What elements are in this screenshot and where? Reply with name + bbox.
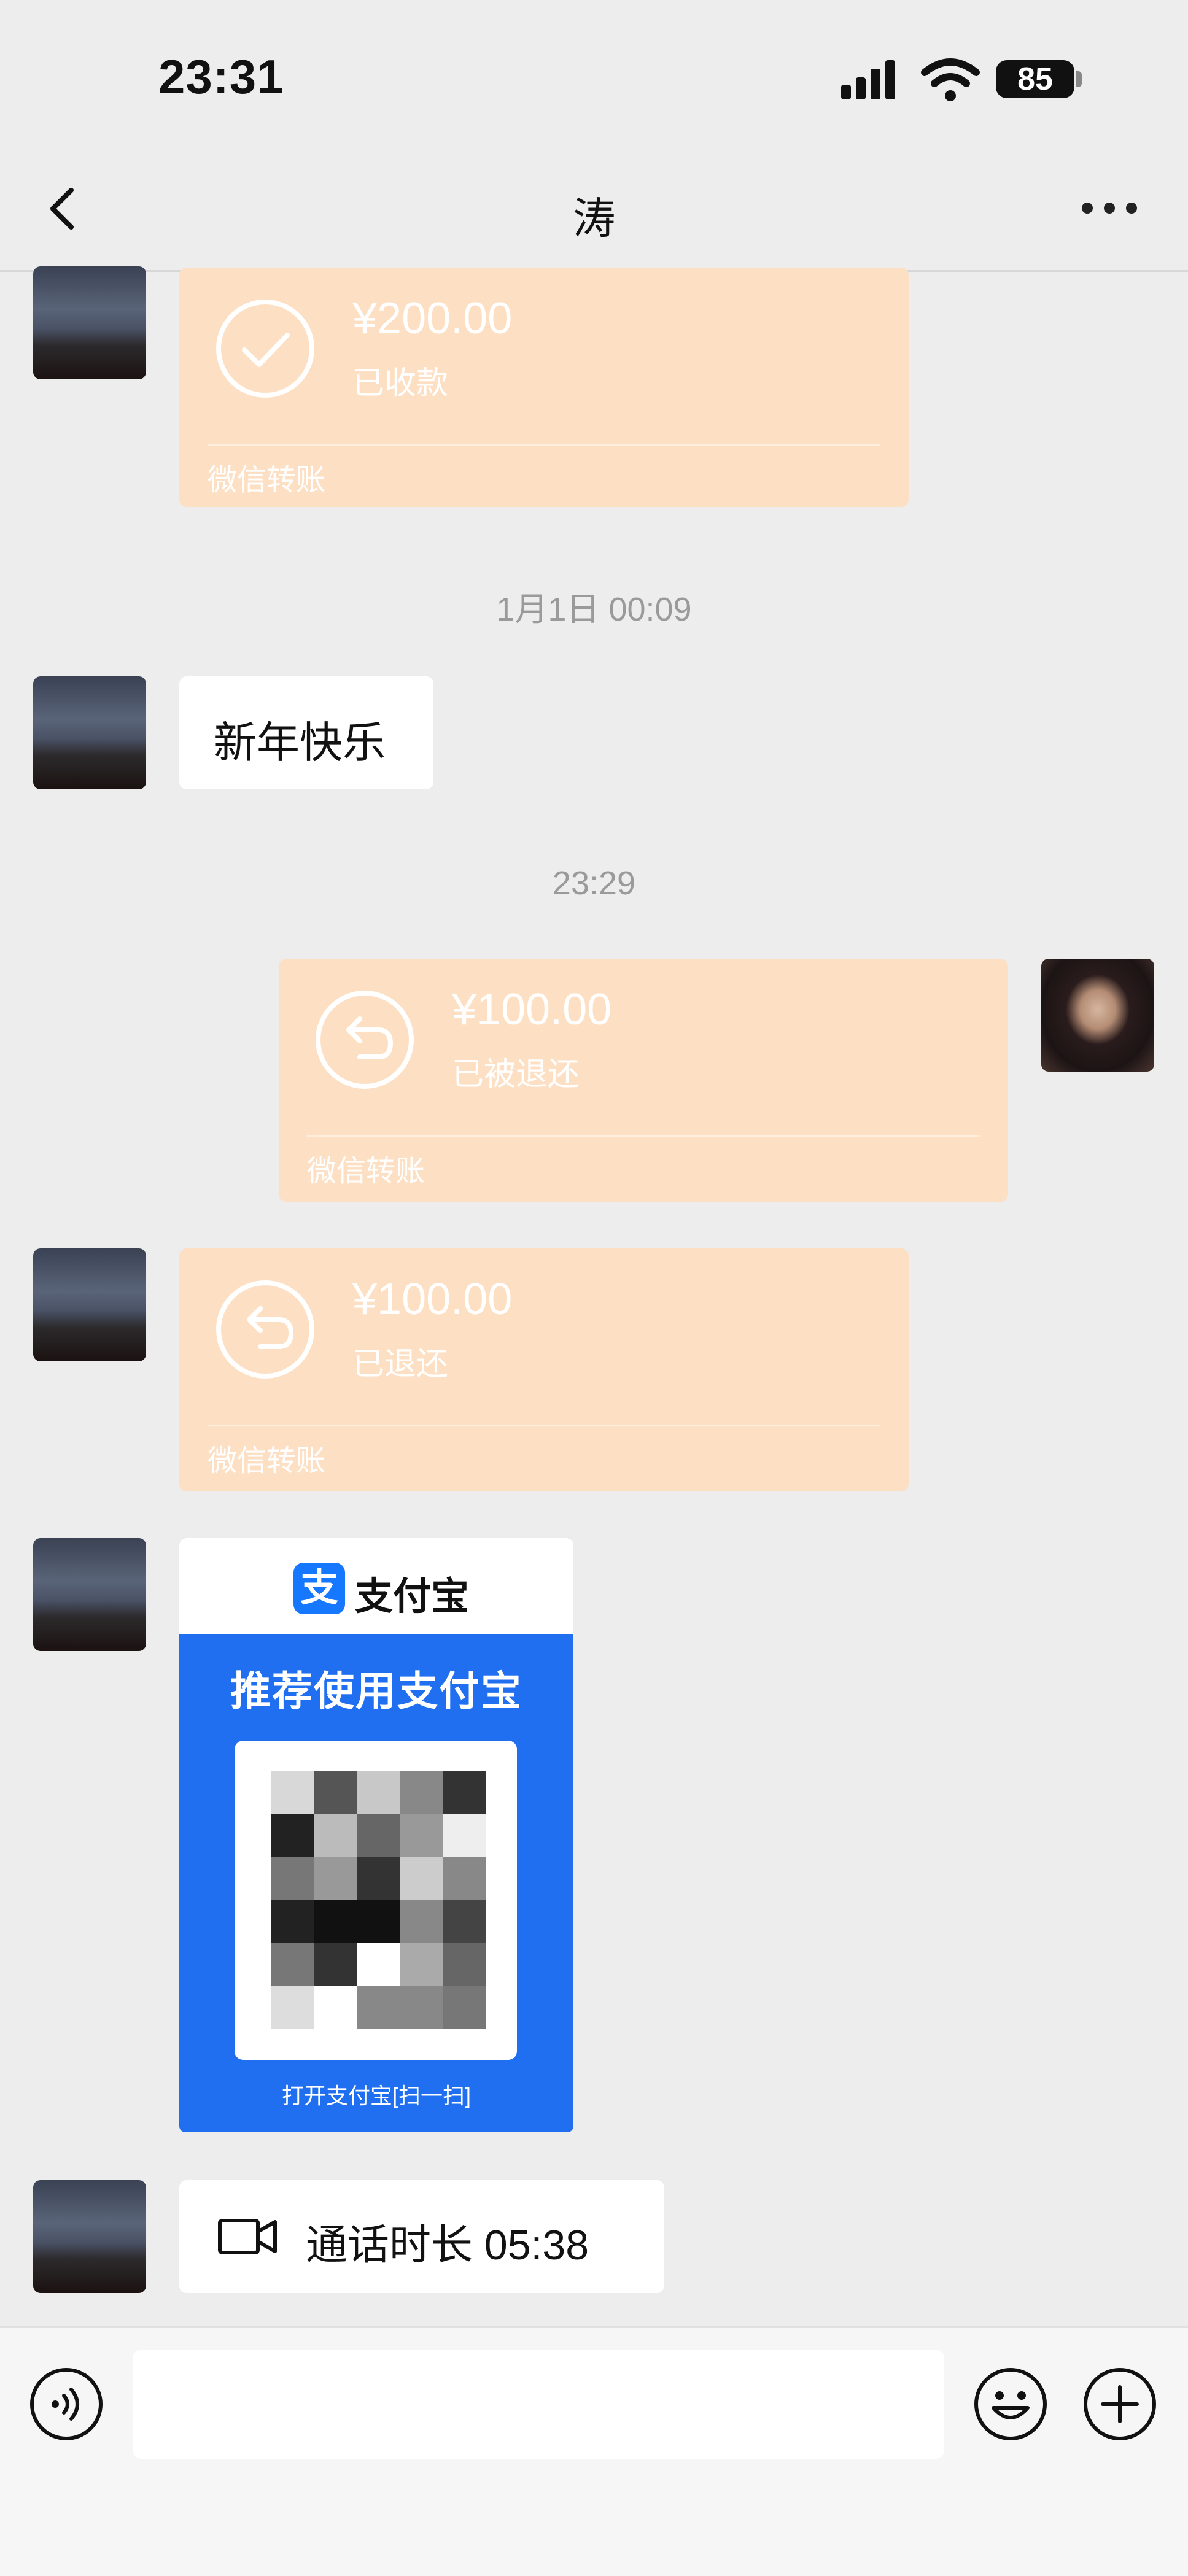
transfer-status: 已退还	[352, 1347, 449, 1382]
divider	[208, 1425, 880, 1426]
qr-code-pixelated	[235, 1741, 517, 2060]
alipay-brand: 支付宝	[355, 1576, 470, 1618]
transfer-caption: 微信转账	[208, 1445, 326, 1477]
friend-avatar[interactable]	[33, 1538, 146, 1651]
wifi-icon	[921, 58, 980, 101]
friend-avatar[interactable]	[33, 266, 146, 379]
return-icon	[316, 991, 414, 1089]
timestamp: 23:29	[552, 865, 636, 902]
transfer-caption: 微信转账	[307, 1155, 425, 1188]
call-record[interactable]: 通话时长 05:38	[179, 2180, 664, 2293]
self-avatar[interactable]	[1041, 959, 1154, 1072]
more-icon[interactable]	[1082, 203, 1137, 215]
divider	[208, 444, 880, 446]
alipay-header: 支 支付宝	[179, 1538, 573, 1634]
transfer-status: 已收款	[352, 366, 449, 401]
transfer-status: 已被退还	[452, 1057, 580, 1093]
battery-indicator: 85	[996, 60, 1074, 98]
transfer-amount: ¥200.00	[352, 294, 513, 343]
transfer-amount: ¥100.00	[452, 985, 612, 1034]
transfer-sent[interactable]: ¥100.00 已被退还 微信转账	[279, 959, 1008, 1202]
return-icon	[216, 1280, 314, 1379]
check-icon	[216, 300, 314, 398]
message-text: 新年快乐	[214, 719, 386, 767]
transfer-caption: 微信转账	[208, 464, 326, 497]
chat-title: 涛	[572, 195, 616, 242]
friend-avatar[interactable]	[33, 676, 146, 789]
alipay-headline: 推荐使用支付宝	[230, 1668, 522, 1714]
plus-icon[interactable]	[1082, 2366, 1158, 2442]
timestamp: 1月1日 00:09	[496, 591, 692, 628]
divider	[307, 1135, 980, 1137]
message-input[interactable]	[133, 2350, 944, 2459]
status-time: 23:31	[158, 50, 284, 104]
alipay-logo: 支	[293, 1563, 345, 1614]
transfer-received[interactable]: ¥100.00 已退还 微信转账	[179, 1248, 909, 1491]
transfer-received[interactable]: ¥200.00 已收款 微信转账	[179, 268, 909, 507]
voice-icon[interactable]	[28, 2366, 104, 2442]
friend-avatar[interactable]	[33, 1248, 146, 1361]
call-duration: 通话时长 05:38	[306, 2222, 589, 2269]
friend-avatar[interactable]	[33, 2180, 146, 2293]
qr-mosaic	[271, 1771, 486, 2029]
transfer-amount: ¥100.00	[352, 1275, 513, 1324]
alipay-footer: 打开支付宝[扫一扫]	[281, 2083, 471, 2108]
text-message[interactable]: 新年快乐	[179, 676, 433, 789]
video-call-icon	[218, 2219, 277, 2254]
signal-icon	[841, 60, 903, 99]
emoji-icon[interactable]	[973, 2366, 1049, 2442]
battery-tip	[1076, 71, 1082, 87]
alipay-qr-image[interactable]: 支 支付宝 推荐使用支付宝 打开支付宝[扫一扫]	[179, 1538, 573, 2132]
